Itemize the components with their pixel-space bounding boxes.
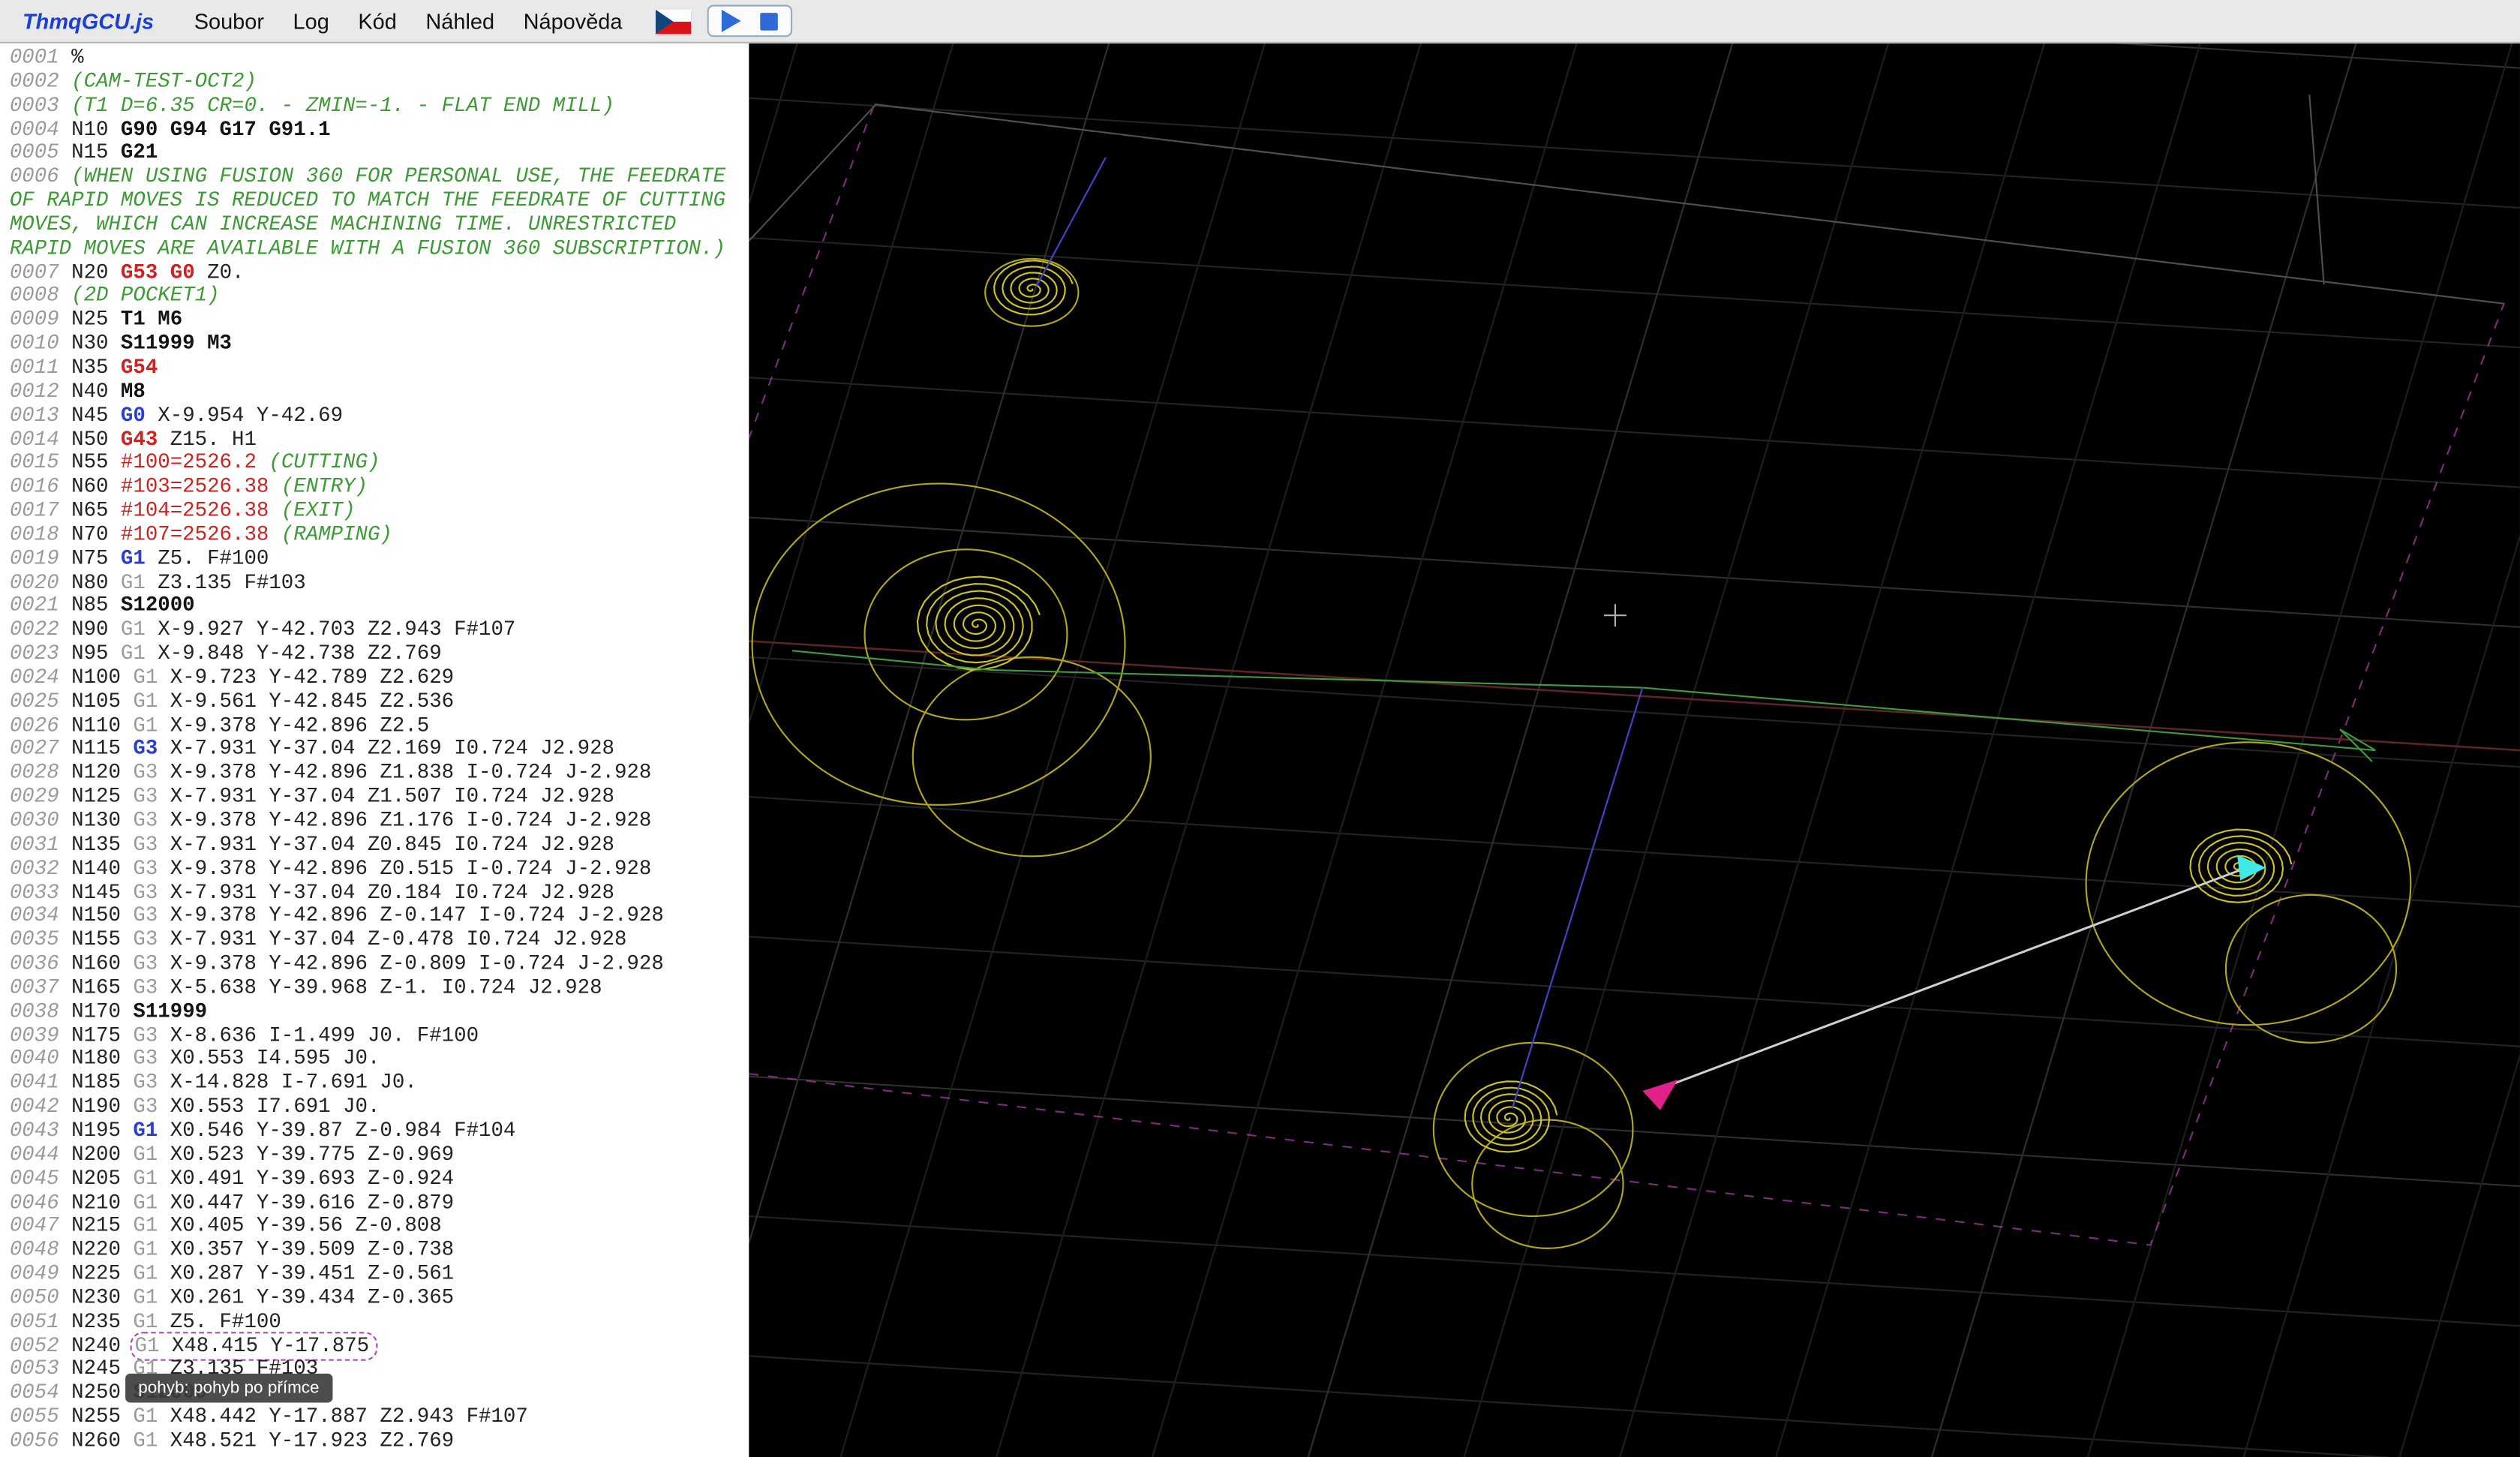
menu-item-napoveda[interactable]: Nápověda [509, 9, 636, 33]
cutting-green-path [792, 650, 2376, 762]
code-line[interactable]: 0020 N80 G1 Z3.135 F#103 [10, 569, 746, 595]
code-line[interactable]: 0003 (T1 D=6.35 CR=0. - ZMIN=-1. - FLAT … [10, 93, 746, 119]
code-lines: 0001 % 0002 (CAM-TEST-OCT2) 0003 (T1 D=6.3… [0, 44, 749, 1454]
code-line[interactable]: 0008 (2D POCKET1) [10, 284, 746, 309]
code-line[interactable]: 0007 N20 G53 G0 Z0. [10, 260, 746, 285]
code-line[interactable]: 0001 % [10, 45, 746, 71]
code-line[interactable]: 0006 (WHEN USING FUSION 360 FOR PERSONAL… [10, 164, 746, 261]
code-line[interactable]: 0049 N225 G1 X0.287 Y-39.451 Z-0.561 [10, 1261, 746, 1287]
code-line[interactable]: 0019 N75 G1 Z5. F#100 [10, 546, 746, 572]
code-line[interactable]: 0023 N95 G1 X-9.848 Y-42.738 Z2.769 [10, 641, 746, 667]
next-move-white-line [1658, 866, 2248, 1091]
code-line[interactable]: 0033 N145 G3 X-7.931 Y-37.04 Z0.184 I0.7… [10, 880, 746, 906]
cursor-crosshair-icon [1603, 604, 1626, 627]
selection-box: G1 X48.415 Y-17.875 [130, 1331, 377, 1360]
code-line[interactable]: 0056 N260 G1 X48.521 Y-17.923 Z2.769 [10, 1428, 746, 1454]
code-line[interactable]: 0005 N15 G21 [10, 140, 746, 166]
code-line[interactable]: 0004 N10 G90 G94 G17 G91.1 [10, 116, 746, 142]
code-line[interactable]: 0012 N40 M8 [10, 379, 746, 404]
code-line[interactable]: 0037 N165 G3 X-5.638 Y-39.968 Z-1. I0.72… [10, 975, 746, 1001]
viewport-svg [749, 43, 2520, 1457]
code-line[interactable]: 0013 N45 G0 X-9.954 Y-42.69 [10, 403, 746, 428]
menu-item-kod[interactable]: Kód [344, 9, 411, 33]
play-button[interactable] [722, 7, 742, 36]
czech-flag-icon [656, 8, 692, 33]
code-line[interactable]: 0054 N250 S12000 [10, 1380, 746, 1406]
stop-icon [760, 12, 779, 30]
code-line[interactable]: 0053 N245 G1 Z3.135 F#103 [10, 1356, 746, 1382]
code-line[interactable]: 0055 N255 G1 X48.442 Y-17.887 Z2.943 F#1… [10, 1404, 746, 1430]
code-line[interactable]: 0016 N60 #103=2526.38 (ENTRY) [10, 474, 746, 500]
code-line[interactable]: 0046 N210 G1 X0.447 Y-39.616 Z-0.879 [10, 1190, 746, 1215]
code-line[interactable]: 0045 N205 G1 X0.491 Y-39.693 Z-0.924 [10, 1166, 746, 1191]
gcode-3d-viewport[interactable] [749, 43, 2520, 1457]
motion-tooltip: pohyb: pohyb po přímce [125, 1373, 332, 1403]
code-line[interactable]: 0052 N240 G1 X48.415 Y-17.875 [10, 1331, 746, 1360]
gcode-editor[interactable]: 0001 % 0002 (CAM-TEST-OCT2) 0003 (T1 D=6.3… [0, 43, 749, 1457]
menu-item-nahled[interactable]: Náhled [411, 9, 509, 33]
code-line[interactable]: 0030 N130 G3 X-9.378 Y-42.896 Z1.176 I-0… [10, 808, 746, 834]
grid-lines [749, 43, 2520, 1457]
code-line[interactable]: 0011 N35 G54 [10, 355, 746, 380]
menu-item-log[interactable]: Log [278, 9, 344, 33]
code-line[interactable]: 0024 N100 G1 X-9.723 Y-42.789 Z2.629 [10, 665, 746, 691]
code-line[interactable]: 0018 N70 #107=2526.38 (RAMPING) [10, 522, 746, 548]
toolpath-pockets [751, 257, 2412, 1249]
stop-button[interactable] [760, 7, 779, 36]
menu-item-soubor[interactable]: Soubor [179, 9, 278, 33]
menubar: ThmqGCU.js Soubor Log Kód Náhled Nápověd… [0, 0, 2520, 44]
code-line[interactable]: 0044 N200 G1 X0.523 Y-39.775 Z-0.969 [10, 1142, 746, 1167]
code-line[interactable]: 0021 N85 S12000 [10, 593, 746, 619]
code-line[interactable]: 0014 N50 G43 Z15. H1 [10, 427, 746, 452]
code-line[interactable]: 0040 N180 G3 X0.553 I4.595 J0. [10, 1047, 746, 1072]
code-line[interactable]: 0039 N175 G3 X-8.636 I-1.499 J0. F#100 [10, 1023, 746, 1048]
code-line[interactable]: 0010 N30 S11999 M3 [10, 332, 746, 357]
code-line[interactable]: 0050 N230 G1 X0.261 Y-39.434 Z-0.365 [10, 1285, 746, 1311]
code-line[interactable]: 0002 (CAM-TEST-OCT2) [10, 69, 746, 95]
code-line[interactable]: 0026 N110 G1 X-9.378 Y-42.896 Z2.5 [10, 713, 746, 738]
code-line[interactable]: 0041 N185 G3 X-14.828 I-7.691 J0. [10, 1071, 746, 1096]
playback-controls [707, 5, 793, 38]
code-line[interactable]: 0051 N235 G1 Z5. F#100 [10, 1309, 746, 1335]
code-line[interactable]: 0043 N195 G1 X0.546 Y-39.87 Z-0.984 F#10… [10, 1119, 746, 1143]
code-line[interactable]: 0027 N115 G3 X-7.931 Y-37.04 Z2.169 I0.7… [10, 737, 746, 762]
code-line[interactable]: 0047 N215 G1 X0.405 Y-39.56 Z-0.808 [10, 1214, 746, 1239]
code-line[interactable]: 0025 N105 G1 X-9.561 Y-42.845 Z2.536 [10, 689, 746, 714]
play-icon [722, 9, 742, 32]
rapid-blue-lines [1035, 157, 1644, 1109]
code-line[interactable]: 0048 N220 G1 X0.357 Y-39.509 Z-0.738 [10, 1237, 746, 1263]
app-window: ThmqGCU.js Soubor Log Kód Náhled Nápověd… [0, 0, 2520, 1457]
app-title: ThmqGCU.js [22, 8, 155, 33]
code-line[interactable]: 0009 N25 T1 M6 [10, 308, 746, 333]
code-line[interactable]: 0038 N170 S11999 [10, 999, 746, 1025]
code-line[interactable]: 0035 N155 G3 X-7.931 Y-37.04 Z-0.478 I0.… [10, 927, 746, 953]
direction-arrow-magenta [1642, 1080, 1678, 1110]
code-line[interactable]: 0031 N135 G3 X-7.931 Y-37.04 Z0.845 I0.7… [10, 832, 746, 858]
stock-outline [749, 104, 2506, 1246]
code-line[interactable]: 0028 N120 G3 X-9.378 Y-42.896 Z1.838 I-0… [10, 761, 746, 786]
code-line[interactable]: 0036 N160 G3 X-9.378 Y-42.896 Z-0.809 I-… [10, 951, 746, 977]
code-line[interactable]: 0022 N90 G1 X-9.927 Y-42.703 Z2.943 F#10… [10, 617, 746, 643]
code-line[interactable]: 0032 N140 G3 X-9.378 Y-42.896 Z0.515 I-0… [10, 856, 746, 882]
code-line[interactable]: 0017 N65 #104=2526.38 (EXIT) [10, 498, 746, 524]
code-line[interactable]: 0034 N150 G3 X-9.378 Y-42.896 Z-0.147 I-… [10, 903, 746, 929]
code-line[interactable]: 0042 N190 G3 X0.553 I7.691 J0. [10, 1095, 746, 1120]
code-line[interactable]: 0029 N125 G3 X-7.931 Y-37.04 Z1.507 I0.7… [10, 784, 746, 810]
code-line[interactable]: 0015 N55 #100=2526.2 (CUTTING) [10, 450, 746, 476]
